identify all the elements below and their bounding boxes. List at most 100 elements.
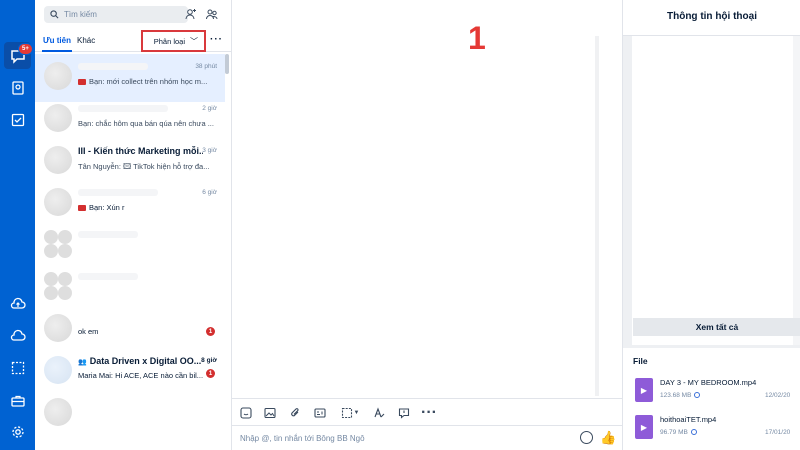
file-item[interactable]: ▶ hoithoaiTET.mp4 96.79 MB 17/01/20 bbox=[633, 413, 800, 445]
tab-priority[interactable]: Ưu tiên bbox=[43, 36, 71, 45]
screenshot-icon bbox=[11, 361, 24, 374]
group-avatar bbox=[44, 230, 72, 258]
unread-badge: 1 bbox=[206, 327, 215, 336]
conversation-item[interactable] bbox=[35, 390, 225, 438]
todo-nav-button[interactable] bbox=[4, 106, 31, 133]
avatar bbox=[44, 356, 72, 384]
panel-gutter bbox=[623, 36, 632, 345]
compose-toolbar: ▼ ··· bbox=[232, 400, 622, 426]
search-placeholder: Tìm kiếm bbox=[64, 10, 97, 19]
conversation-preview: Bạn: chắc hôm qua bán qúa nên chưa ... bbox=[78, 119, 214, 128]
conversation-time: 3 giờ bbox=[202, 147, 217, 154]
blurred-name bbox=[78, 231, 138, 238]
conversation-item[interactable]: III - Kiến thức Marketing mỗi... 3 giờ T… bbox=[35, 138, 225, 186]
conversation-preview: Maria Mai: Hi ACE, ACE nào cần bil... bbox=[78, 371, 204, 380]
info-scrollbar[interactable] bbox=[793, 36, 800, 345]
conversation-preview: Tân Nguyễn: 🖾 TikTok hiện hỗ trợ đa... bbox=[78, 162, 210, 171]
conversation-item[interactable]: 2 giờ Bạn: chắc hôm qua bán qúa nên chưa… bbox=[35, 96, 225, 144]
format-button[interactable] bbox=[372, 406, 386, 420]
cloud-upload-icon bbox=[10, 297, 26, 309]
conversation-preview: ok em bbox=[78, 327, 99, 336]
paperclip-icon bbox=[291, 408, 299, 417]
video-file-icon: ▶ bbox=[635, 415, 653, 439]
tab-other[interactable]: Khác bbox=[77, 36, 95, 45]
attach-button[interactable] bbox=[288, 406, 302, 420]
nav-rail: 5+ bbox=[0, 0, 35, 450]
emoji-icon[interactable] bbox=[580, 431, 593, 444]
group-icon: 👥 bbox=[78, 359, 87, 366]
file-item[interactable]: ▶ DAY 3 - MY BEDROOM.mp4 123.68 MB 12/02… bbox=[633, 376, 800, 408]
conversation-time: 6 giờ bbox=[202, 189, 217, 196]
avatar bbox=[44, 104, 72, 132]
conversation-item[interactable]: 6 giờ Bạn: Xún r bbox=[35, 180, 225, 228]
cloud-upload-button[interactable] bbox=[4, 290, 31, 317]
conversation-item[interactable] bbox=[35, 222, 225, 270]
cloud-button[interactable] bbox=[4, 322, 31, 349]
step-marker: 1 bbox=[468, 20, 486, 56]
see-all-button[interactable]: Xem tất cả bbox=[633, 318, 800, 336]
conversation-item[interactable] bbox=[35, 264, 225, 312]
settings-button[interactable] bbox=[4, 418, 31, 445]
briefcase-button[interactable] bbox=[4, 387, 31, 414]
briefcase-icon bbox=[10, 395, 25, 407]
avatar bbox=[44, 188, 72, 216]
todo-icon bbox=[11, 113, 24, 126]
image-icon bbox=[264, 407, 276, 419]
add-friend-icon[interactable] bbox=[185, 8, 197, 20]
divider bbox=[623, 345, 800, 348]
contacts-icon bbox=[11, 80, 24, 95]
create-group-icon[interactable] bbox=[206, 8, 218, 20]
video-file-icon: ▶ bbox=[635, 378, 653, 402]
file-date: 12/02/20 bbox=[765, 392, 791, 399]
conversation-item[interactable]: 38 phút Bạn: mới collect trên nhóm học m… bbox=[35, 54, 225, 102]
chat-nav-button[interactable]: 5+ bbox=[4, 42, 33, 69]
file-section-heading: File bbox=[633, 356, 648, 366]
blurred-name bbox=[78, 189, 158, 196]
classify-label: Phân loại bbox=[153, 36, 185, 46]
thumbs-up-icon[interactable]: 👍 bbox=[600, 430, 616, 446]
search-input[interactable]: Tìm kiếm bbox=[44, 6, 188, 23]
message-scrollbar[interactable] bbox=[595, 36, 599, 396]
image-button[interactable] bbox=[263, 406, 277, 420]
sticker-icon bbox=[240, 407, 252, 419]
text-format-icon bbox=[374, 407, 385, 418]
conversation-title: 👥 Data Driven x Digital OO... bbox=[78, 356, 202, 366]
contact-card-button[interactable] bbox=[313, 406, 327, 420]
conversation-list-panel: Tìm kiếm Ưu tiên Khác Phân loại ﹀ ··· 38… bbox=[35, 0, 232, 450]
avatar bbox=[44, 146, 72, 174]
avatar bbox=[44, 314, 72, 342]
contacts-nav-button[interactable] bbox=[4, 74, 31, 101]
active-tab-underline bbox=[42, 50, 72, 52]
message-input[interactable]: Nhập @, tin nhắn tới Bông BB Ngô bbox=[240, 434, 365, 443]
more-tools-icon[interactable]: ··· bbox=[421, 404, 437, 421]
search-icon bbox=[50, 10, 59, 19]
blurred-name bbox=[78, 63, 148, 70]
list-tabs: Ưu tiên Khác Phân loại ﹀ ··· bbox=[35, 30, 231, 52]
file-size: 123.68 MB bbox=[660, 392, 701, 399]
classify-dropdown[interactable]: Phân loại ﹀ bbox=[141, 30, 206, 52]
avatar bbox=[44, 398, 72, 426]
sticker-button[interactable] bbox=[239, 406, 253, 420]
chevron-down-icon: ﹀ bbox=[190, 36, 198, 46]
file-size: 96.79 MB bbox=[660, 429, 697, 436]
list-scrollbar[interactable] bbox=[225, 54, 229, 74]
unread-badge: 1 bbox=[206, 369, 215, 378]
capture-button[interactable]: ▼ bbox=[338, 406, 362, 420]
cloud-icon bbox=[10, 329, 26, 341]
more-options-icon[interactable]: ··· bbox=[210, 34, 223, 45]
screenshot-button[interactable] bbox=[4, 354, 31, 381]
file-name: DAY 3 - MY BEDROOM.mp4 bbox=[660, 378, 757, 387]
conversation-preview: Bạn: mới collect trên nhóm học m... bbox=[78, 77, 218, 86]
blurred-name bbox=[78, 105, 168, 112]
clock-icon bbox=[694, 392, 701, 399]
conversation-item[interactable]: ok em 1 bbox=[35, 306, 225, 354]
file-date: 17/01/20 bbox=[765, 429, 791, 436]
clock-icon bbox=[690, 429, 697, 436]
messages-badge: 5+ bbox=[18, 43, 33, 55]
quick-message-button[interactable] bbox=[397, 406, 411, 420]
message-area bbox=[232, 0, 622, 399]
divider bbox=[623, 35, 800, 36]
conversation-item[interactable]: 👥 Data Driven x Digital OO... 8 giờ Maria… bbox=[35, 348, 225, 396]
avatar bbox=[44, 62, 72, 90]
chevron-down-icon: ▼ bbox=[353, 410, 360, 416]
